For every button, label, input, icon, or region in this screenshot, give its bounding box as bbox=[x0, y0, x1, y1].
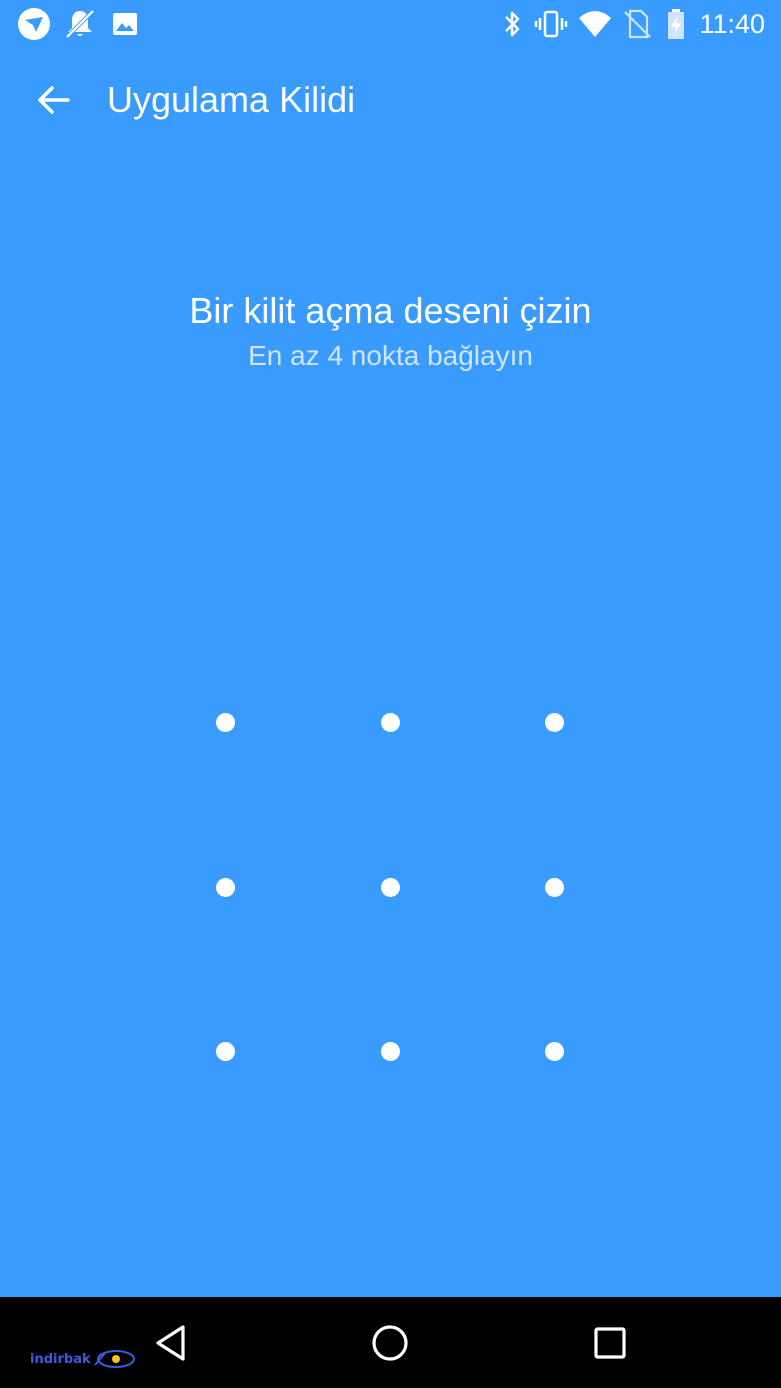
back-triangle-icon bbox=[156, 1325, 185, 1361]
home-circle-icon bbox=[372, 1325, 408, 1361]
pattern-dot-7[interactable] bbox=[143, 969, 308, 1134]
vibrate-icon bbox=[533, 6, 569, 42]
pattern-dot-4[interactable] bbox=[143, 805, 308, 970]
nav-recents-button[interactable] bbox=[578, 1311, 642, 1375]
pattern-grid[interactable] bbox=[143, 640, 638, 1135]
prompt-title: Bir kilit açma deseni çizin bbox=[189, 290, 592, 331]
pattern-dot-5[interactable] bbox=[308, 805, 473, 970]
status-bar: 11:40 bbox=[0, 0, 781, 48]
navigation-bar: indirbak bbox=[0, 1297, 781, 1388]
pattern-dot-8[interactable] bbox=[308, 969, 473, 1134]
no-sim-icon bbox=[619, 6, 655, 42]
nav-home-button[interactable] bbox=[358, 1311, 422, 1375]
notifications-off-icon bbox=[62, 6, 98, 42]
page-title: Uygulama Kilidi bbox=[107, 79, 356, 120]
pattern-dot-3[interactable] bbox=[472, 640, 637, 805]
bluetooth-icon bbox=[494, 6, 530, 42]
recents-square-icon bbox=[594, 1327, 626, 1359]
app-lock-screen: 11:40 Uygulama Kilidi Bir kilit açma des… bbox=[0, 0, 781, 1388]
nav-back-button[interactable] bbox=[140, 1311, 204, 1375]
pattern-dot-6[interactable] bbox=[472, 805, 637, 970]
prompt-subtitle: En az 4 nokta bağlayın bbox=[248, 340, 533, 371]
app-bar: Uygulama Kilidi bbox=[0, 48, 781, 152]
battery-charging-icon bbox=[658, 6, 694, 42]
watermark-text: indirbak bbox=[30, 1351, 91, 1367]
pattern-dot-1[interactable] bbox=[143, 640, 308, 805]
wifi-icon bbox=[577, 6, 613, 42]
status-time: 11:40 bbox=[699, 9, 765, 39]
image-icon bbox=[107, 6, 143, 42]
back-button[interactable] bbox=[22, 68, 86, 132]
pattern-dot-2[interactable] bbox=[308, 640, 473, 805]
watermark-logo: indirbak bbox=[30, 1349, 137, 1369]
eye-logo-icon bbox=[93, 1350, 135, 1368]
arrow-back-icon bbox=[38, 86, 70, 114]
messenger-app-icon bbox=[16, 6, 52, 42]
pattern-dot-9[interactable] bbox=[472, 969, 637, 1134]
pattern-prompt: Bir kilit açma deseni çizin En az 4 nokt… bbox=[0, 286, 781, 376]
